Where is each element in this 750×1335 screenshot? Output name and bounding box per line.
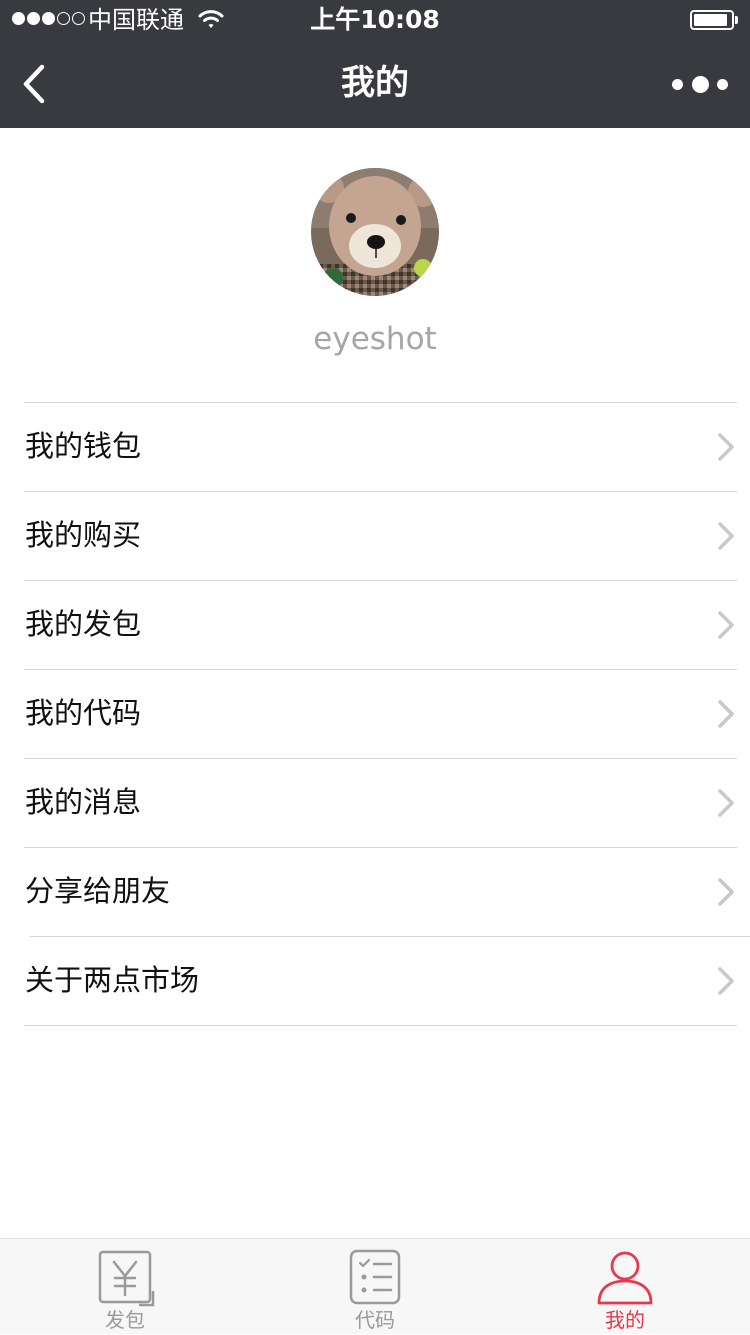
- battery-icon: [690, 10, 738, 30]
- battery-level: [694, 14, 727, 26]
- more-button[interactable]: [672, 70, 728, 98]
- menu-item-label: 我的消息: [25, 785, 142, 819]
- menu-item-code[interactable]: 我的代码: [0, 669, 750, 758]
- divider: [24, 847, 737, 848]
- menu-item-label: 我的代码: [25, 696, 142, 730]
- divider: [24, 402, 737, 403]
- more-dots-icon: [717, 78, 728, 90]
- page-title: 我的: [341, 63, 409, 103]
- menu-item-wallet[interactable]: 我的钱包: [0, 402, 750, 491]
- avatar[interactable]: [311, 168, 439, 296]
- menu-item-posted-jobs[interactable]: 我的发包: [0, 580, 750, 669]
- battery-cap: [735, 16, 738, 24]
- divider: [24, 758, 737, 759]
- chevron-right-icon: [718, 789, 734, 817]
- chevron-right-icon: [718, 522, 734, 550]
- menu-item-purchases[interactable]: 我的购买: [0, 491, 750, 580]
- divider: [30, 936, 750, 937]
- divider: [24, 491, 737, 492]
- tab-label: 我的: [605, 1308, 645, 1332]
- list-icon: [349, 1249, 401, 1305]
- chevron-right-icon: [718, 878, 734, 906]
- menu-list: 我的钱包 我的购买 我的发包 我的代码 我的消息 分享给朋友 关于两点市场: [0, 402, 750, 1025]
- chevron-left-icon: [23, 64, 45, 104]
- user-icon: [597, 1251, 653, 1305]
- menu-item-label: 关于两点市场: [25, 963, 200, 997]
- menu-item-label: 分享给朋友: [25, 874, 171, 908]
- menu-item-messages[interactable]: 我的消息: [0, 758, 750, 847]
- chevron-right-icon: [718, 967, 734, 995]
- tab-label: 代码: [355, 1308, 395, 1332]
- username: eyeshot: [313, 321, 437, 357]
- more-dots-icon: [691, 75, 709, 93]
- chevron-right-icon: [718, 611, 734, 639]
- tab-post-job[interactable]: 发包: [0, 1239, 250, 1335]
- header: 中国联通 上午10:08 我的: [0, 0, 750, 128]
- menu-item-share[interactable]: 分享给朋友: [0, 847, 750, 936]
- tab-bar: 发包 代码 我的: [0, 1238, 750, 1334]
- divider: [24, 669, 737, 670]
- menu-item-label: 我的钱包: [25, 429, 142, 463]
- menu-item-label: 我的购买: [25, 518, 142, 552]
- status-time: 上午10:08: [310, 5, 440, 34]
- tab-me[interactable]: 我的: [500, 1239, 750, 1335]
- yuan-icon: [98, 1250, 155, 1307]
- status-bar: 中国联通 上午10:08: [0, 0, 750, 40]
- back-button[interactable]: [18, 62, 58, 106]
- divider: [24, 580, 737, 581]
- menu-item-label: 我的发包: [25, 607, 142, 641]
- chevron-right-icon: [718, 700, 734, 728]
- nav-bar: 我的: [0, 40, 750, 128]
- menu-item-about[interactable]: 关于两点市场: [0, 936, 750, 1025]
- divider: [24, 1025, 737, 1026]
- chevron-right-icon: [718, 433, 734, 461]
- tab-label: 发包: [105, 1308, 145, 1332]
- more-dots-icon: [672, 78, 683, 90]
- teddy-bear-avatar: [311, 168, 439, 296]
- tab-code[interactable]: 代码: [250, 1239, 500, 1335]
